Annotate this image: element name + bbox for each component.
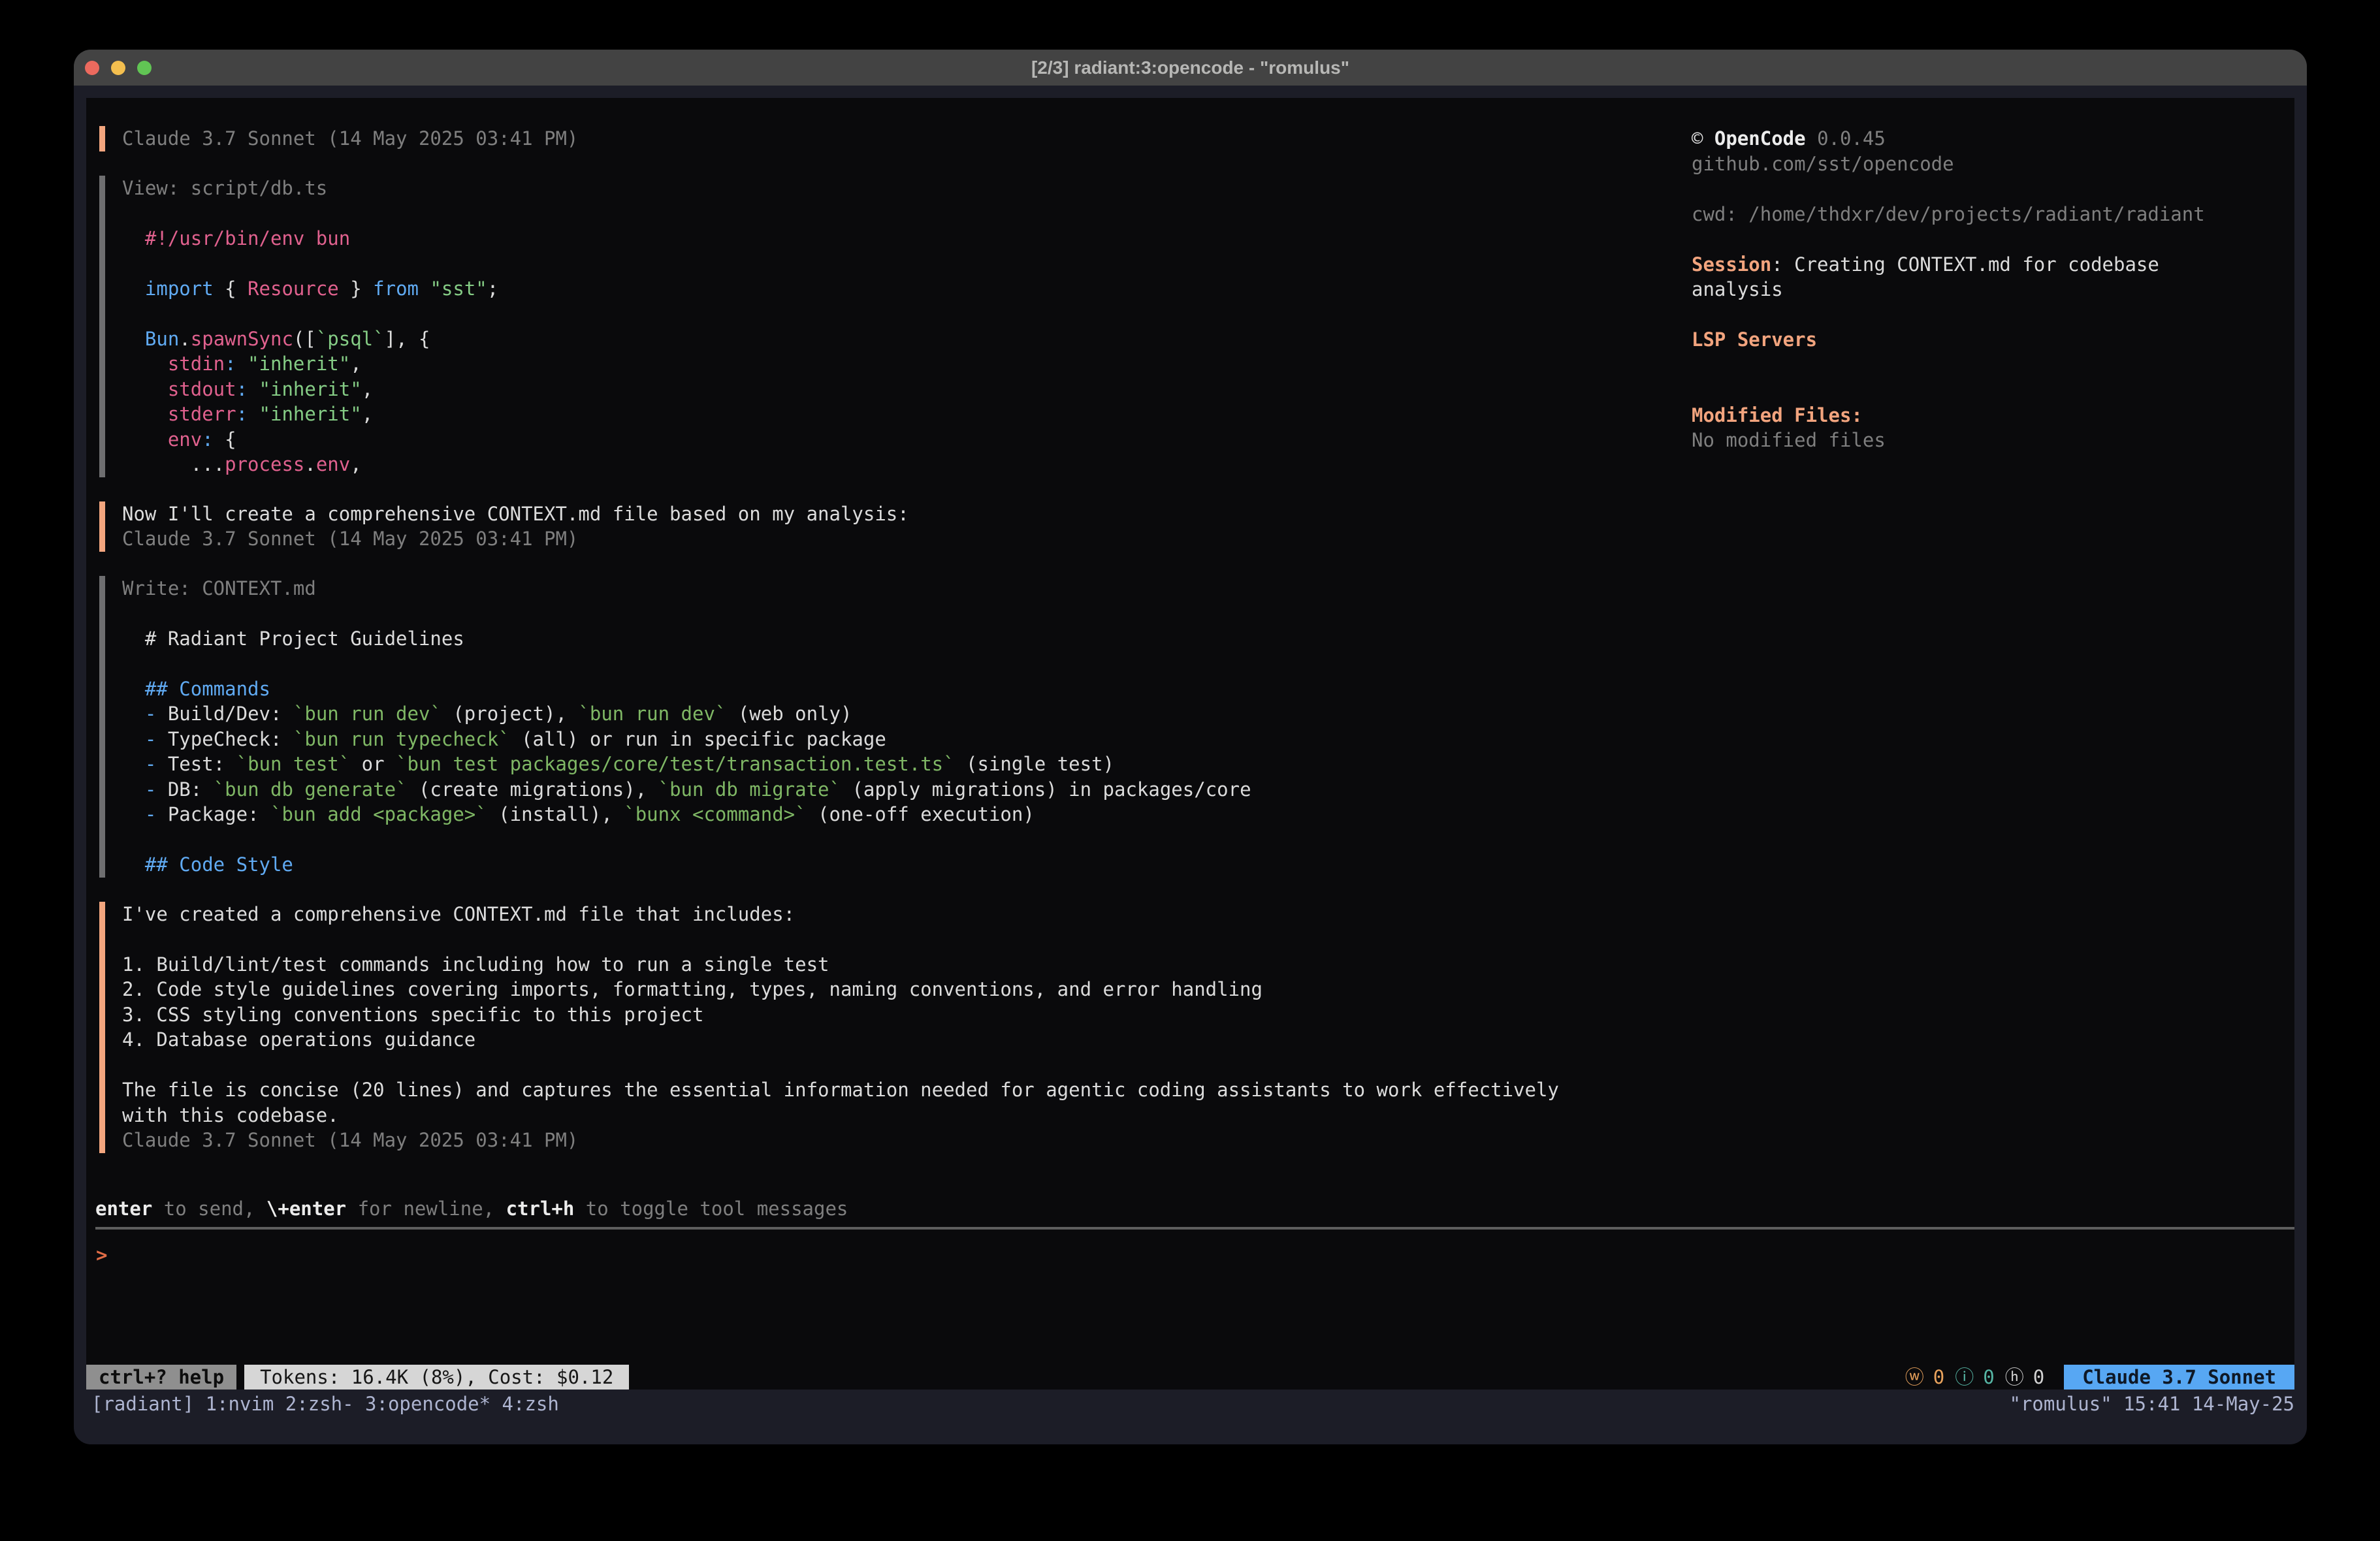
- tool-block: View: script/db.ts #!/usr/bin/env bun im…: [99, 176, 1634, 477]
- session-sidebar: © OpenCode 0.0.45github.com/sst/opencode…: [1692, 126, 2214, 453]
- help-shortcut-badge: ctrl+? help: [86, 1365, 236, 1390]
- chat-scroll-area[interactable]: Claude 3.7 Sonnet (14 May 2025 03:41 PM)…: [99, 126, 1634, 1177]
- tool-block: Write: CONTEXT.md # Radiant Project Guid…: [99, 576, 1634, 878]
- window-titlebar[interactable]: [2/3] radiant:3:opencode - "romulus": [74, 50, 2307, 86]
- model-badge: Claude 3.7 Sonnet: [2064, 1365, 2294, 1390]
- tmux-status-bar: [radiant] 1:nvim 2:zsh- 3:opencode* 4:zs…: [74, 1390, 2307, 1418]
- window-title: [2/3] radiant:3:opencode - "romulus": [74, 50, 2307, 86]
- assistant-message: Claude 3.7 Sonnet (14 May 2025 03:41 PM): [99, 126, 1634, 151]
- info-count: 0: [1983, 1365, 1994, 1390]
- tokens-cost-badge: Tokens: 16.4K (8%), Cost: $0.12: [244, 1365, 629, 1390]
- desktop: { "window": { "title": "[2/3] radiant:3:…: [0, 0, 2380, 1541]
- input-divider: [95, 1227, 2294, 1230]
- warnings-count: 0: [1933, 1365, 1944, 1390]
- info-icon: ⓘ: [1955, 1365, 1974, 1390]
- tmux-session-clock: "romulus" 15:41 14-May-25: [2010, 1390, 2295, 1418]
- hints-count: 0: [2033, 1365, 2044, 1390]
- keybinding-hint-bar: enter to send, \+enter for newline, ctrl…: [95, 1196, 848, 1222]
- hints-icon: ⓗ: [2005, 1365, 2024, 1390]
- terminal-window: [2/3] radiant:3:opencode - "romulus" Cla…: [74, 50, 2307, 1444]
- opencode-terminal[interactable]: Claude 3.7 Sonnet (14 May 2025 03:41 PM)…: [86, 98, 2294, 1390]
- status-bar: ctrl+? help Tokens: 16.4K (8%), Cost: $0…: [86, 1365, 2294, 1390]
- tmux-window-list[interactable]: [radiant] 1:nvim 2:zsh- 3:opencode* 4:zs…: [91, 1390, 559, 1418]
- assistant-message: I've created a comprehensive CONTEXT.md …: [99, 902, 1634, 1153]
- prompt-input[interactable]: >: [96, 1243, 107, 1268]
- status-bar-right: ⓦ 0 ⓘ 0 ⓗ 0 Claude 3.7 Sonnet: [1905, 1365, 2294, 1390]
- diagnostics-counters: ⓦ 0 ⓘ 0 ⓗ 0: [1905, 1365, 2055, 1390]
- warnings-icon: ⓦ: [1905, 1365, 1924, 1390]
- assistant-message: Now I'll create a comprehensive CONTEXT.…: [99, 501, 1634, 552]
